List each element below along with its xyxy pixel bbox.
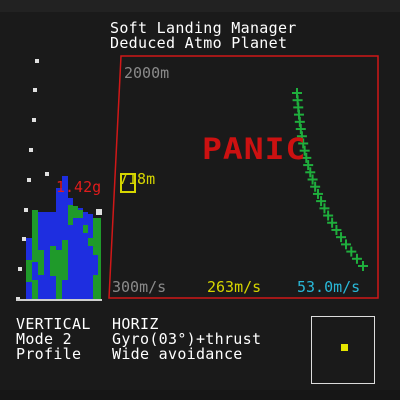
thrust-bar [32, 210, 38, 299]
screen-bezel-bottom [0, 390, 400, 400]
thrust-bar [44, 212, 50, 299]
trajectory-point [358, 261, 368, 271]
trajectory-point [305, 167, 316, 178]
trajectory-point [346, 246, 357, 257]
lcd-screen: Soft Landing Manager Deduced Atmo Planet [0, 0, 400, 400]
thrust-bar [88, 214, 93, 299]
thrust-bar [73, 206, 78, 299]
trajectory-point [336, 232, 347, 243]
horizontal-speed-label: 53.0m/s [297, 278, 361, 296]
current-altitude-readout: 718m [119, 170, 156, 188]
trajectory-point [340, 239, 351, 250]
trajectory-point [351, 253, 362, 264]
g-force-readout: 1.42g [56, 178, 102, 196]
panic-alert: PANIC [202, 131, 307, 167]
thrust-bar [78, 208, 83, 299]
current-speed-label: 263m/s [207, 278, 262, 296]
altitude-scale-label: 2000m [124, 64, 170, 82]
thrust-bar [98, 218, 101, 299]
profile-label: Profile [16, 345, 82, 363]
target-marker [341, 344, 348, 351]
profile-detail: Wide avoidance [112, 345, 243, 363]
trajectory [292, 88, 368, 271]
position-radar [311, 316, 375, 384]
speed-scale-label: 300m/s [112, 278, 167, 296]
